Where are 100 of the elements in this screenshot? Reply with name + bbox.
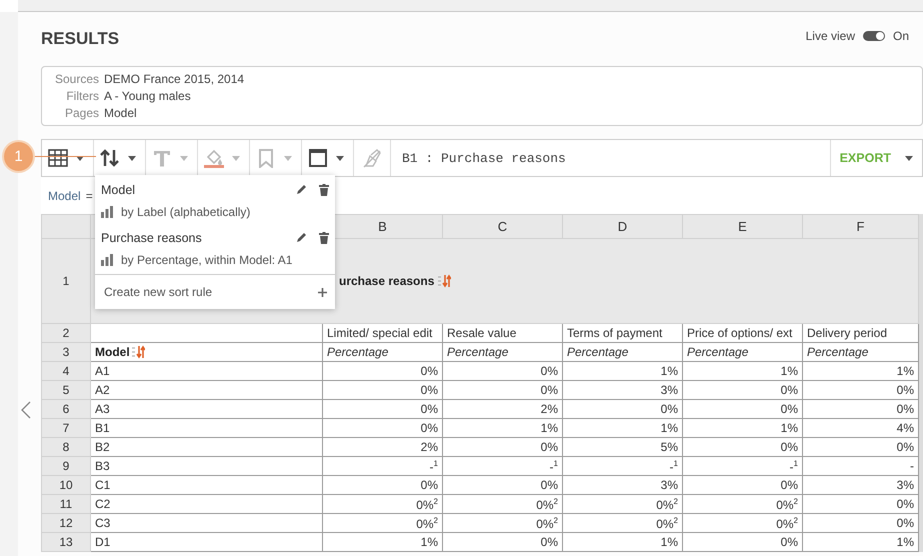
table-cell: 0% xyxy=(682,438,802,456)
row-header[interactable]: 8 xyxy=(42,438,90,456)
row-header[interactable]: 1 xyxy=(42,238,90,324)
table-cell: 0% xyxy=(802,380,918,400)
table-cell: 0% xyxy=(442,438,562,456)
equals-sign: = xyxy=(86,188,93,202)
table-cell: 0% xyxy=(682,380,802,400)
column-header[interactable]: D xyxy=(562,214,682,238)
column-header[interactable]: F xyxy=(802,214,918,238)
sort-icon xyxy=(130,345,145,359)
row-header[interactable]: 13 xyxy=(42,532,90,552)
caret-icon xyxy=(232,156,240,160)
table-cell: Percentage xyxy=(322,342,442,362)
table-cell: 3% xyxy=(802,476,918,494)
info-value: Model xyxy=(104,105,137,122)
table-cell: 0%$^{2}$ xyxy=(682,514,802,532)
cell-reference: B1 : Purchase reasons xyxy=(401,150,567,168)
row-header[interactable]: 6 xyxy=(42,400,90,418)
trash-icon[interactable] xyxy=(319,232,329,244)
table-cell: 0% xyxy=(802,494,918,514)
info-value: DEMO France 2015, 2014 xyxy=(104,71,244,88)
sort-rule-description: by Percentage, within Model: A1 xyxy=(121,253,292,267)
toggle-state: On xyxy=(892,29,909,43)
table-cell: 0% xyxy=(322,418,442,438)
column-header[interactable]: E xyxy=(682,214,802,238)
row-header[interactable]: 5 xyxy=(42,380,90,400)
table-cell: 1% xyxy=(442,418,562,438)
plus-icon xyxy=(318,288,327,296)
table-cell: Percentage xyxy=(562,342,682,362)
sort-rule-description: by Label (alphabetically) xyxy=(121,205,250,219)
table-cell: B3 xyxy=(90,456,322,476)
table-cell: 5% xyxy=(562,438,682,456)
table-cell: 2% xyxy=(322,438,442,456)
sort-icon xyxy=(437,274,452,288)
row-header[interactable]: 2 xyxy=(42,324,90,342)
table-cell: 0%$^{2}$ xyxy=(322,494,442,514)
table-cell: 0% xyxy=(682,532,802,552)
table-cell: 0%$^{2}$ xyxy=(442,514,562,532)
table-cell: 0% xyxy=(562,400,682,418)
text-format-icon xyxy=(152,148,172,168)
table-cell: Limited/ special edit xyxy=(322,324,442,342)
table-cell: Model xyxy=(95,345,130,359)
table-cell: A2 xyxy=(90,380,322,400)
table-cell: A3 xyxy=(90,400,322,418)
sort-rule-title[interactable]: Purchase reasons xyxy=(101,231,283,245)
table-cell: 0% xyxy=(442,476,562,494)
pencil-icon[interactable] xyxy=(295,184,307,196)
table-cell: -$^{1}$ xyxy=(442,456,562,476)
table-title: urchase reasons xyxy=(339,274,434,288)
table-cell: D1 xyxy=(90,532,322,552)
table-cell: 0% xyxy=(322,362,442,380)
table-cell: 0% xyxy=(442,380,562,400)
row-header[interactable]: 11 xyxy=(42,494,90,514)
chevron-left-icon[interactable] xyxy=(21,401,31,419)
table-cell: 1% xyxy=(562,418,682,438)
table-cell: 0% xyxy=(442,362,562,380)
table-cell: 0% xyxy=(322,400,442,418)
live-view-label: Live view xyxy=(806,29,855,43)
table-cell: 0%$^{2}$ xyxy=(562,494,682,514)
trash-icon[interactable] xyxy=(319,184,329,196)
border-icon xyxy=(308,148,328,168)
table-cell: 0% xyxy=(802,438,918,456)
variable-name: Model xyxy=(48,188,81,202)
table-cell: Percentage xyxy=(442,342,562,362)
bookmark-icon xyxy=(256,148,276,168)
table-cell: 0% xyxy=(802,400,918,418)
info-value: A - Young males xyxy=(104,88,191,105)
create-rule-item[interactable]: Create new sort rule xyxy=(95,274,335,309)
caret-icon xyxy=(128,156,136,160)
table-cell: 1% xyxy=(802,362,918,380)
table-cell: 1% xyxy=(802,532,918,552)
leader-line xyxy=(33,156,96,157)
row-header[interactable]: 9 xyxy=(42,456,90,476)
sort-rule-title[interactable]: Model xyxy=(101,183,283,197)
table-cell: 0% xyxy=(682,476,802,494)
table-cell: 1% xyxy=(322,532,442,552)
results-title: RESULTS xyxy=(41,29,120,49)
table-cell: 0% xyxy=(322,380,442,400)
table-cell: Resale value xyxy=(442,324,562,342)
row-header[interactable]: 12 xyxy=(42,514,90,532)
table-cell: - xyxy=(802,456,918,476)
table-cell: Percentage xyxy=(802,342,918,362)
pencil-icon[interactable] xyxy=(295,232,307,244)
row-header[interactable]: 7 xyxy=(42,418,90,438)
table-cell: Terms of payment xyxy=(562,324,682,342)
row-header[interactable]: 4 xyxy=(42,362,90,380)
table-cell: 1% xyxy=(562,532,682,552)
sort-icon xyxy=(100,148,120,168)
column-header[interactable]: C xyxy=(442,214,562,238)
table-cell: 1% xyxy=(682,362,802,380)
table-cell: 0% xyxy=(442,532,562,552)
table-cell: 2% xyxy=(442,400,562,418)
row-header[interactable]: 3 xyxy=(42,342,90,362)
row-header[interactable]: 10 xyxy=(42,476,90,494)
table-cell: C2 xyxy=(90,494,322,514)
info-label: Filters xyxy=(65,88,99,105)
table-cell: 4% xyxy=(802,418,918,438)
live-view-toggle[interactable] xyxy=(862,31,885,41)
bar-chart-icon xyxy=(101,254,113,266)
table-cell: B1 xyxy=(90,418,322,438)
